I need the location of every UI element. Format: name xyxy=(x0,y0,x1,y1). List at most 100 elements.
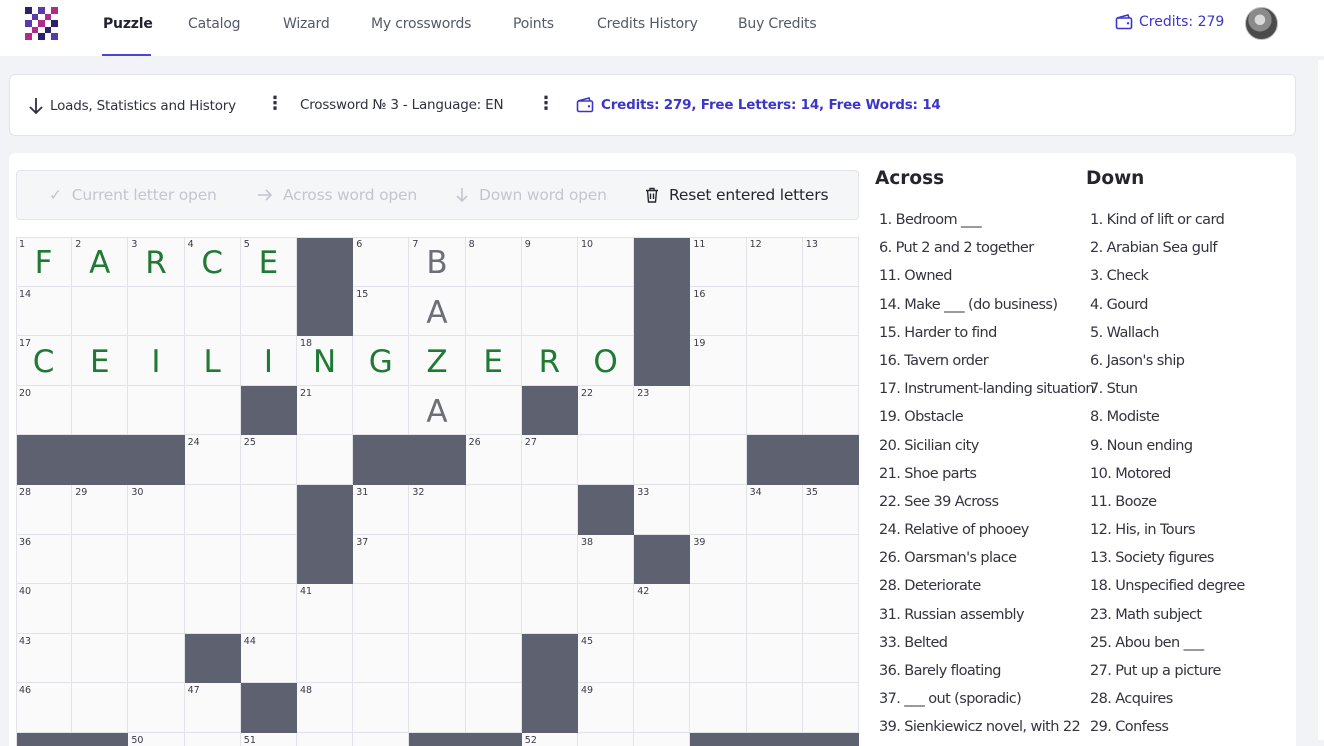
across-clue[interactable]: 22. See 39 Across xyxy=(879,494,1094,522)
grid-cell[interactable] xyxy=(72,385,129,436)
across-word-open-button[interactable]: Across word open xyxy=(257,186,417,204)
grid-cell[interactable] xyxy=(746,534,803,585)
grid-cell[interactable] xyxy=(184,733,241,746)
grid-cell[interactable]: 28 xyxy=(16,485,73,535)
grid-cell[interactable]: 38 xyxy=(578,534,635,585)
grid-cell[interactable] xyxy=(297,435,354,485)
grid-cell[interactable]: 44 xyxy=(240,633,297,684)
across-clue[interactable]: 1. Bedroom ___ xyxy=(879,212,1094,240)
grid-cell[interactable]: 40 xyxy=(16,584,73,634)
grid-cell[interactable] xyxy=(184,534,241,585)
nav-points[interactable]: Points xyxy=(513,16,554,32)
grid-cell[interactable] xyxy=(72,633,129,684)
down-clue[interactable]: 5. Wallach xyxy=(1090,325,1245,353)
grid-cell[interactable] xyxy=(128,385,185,436)
across-clue[interactable]: 20. Sicilian city xyxy=(879,438,1094,466)
grid-cell[interactable]: 18 N xyxy=(297,336,354,386)
grid-cell[interactable] xyxy=(465,286,522,337)
grid-cell[interactable]: 43 xyxy=(16,633,73,684)
grid-cell[interactable] xyxy=(746,633,803,684)
grid-cell[interactable]: 17 C xyxy=(16,336,73,386)
grid-cell[interactable] xyxy=(634,733,691,746)
grid-cell[interactable] xyxy=(634,683,691,733)
grid-cell[interactable]: 9 xyxy=(521,237,578,287)
grid-cell[interactable] xyxy=(521,534,578,585)
logo-icon[interactable] xyxy=(25,7,58,40)
across-clue[interactable]: 26. Oarsman's place xyxy=(879,550,1094,578)
grid-cell[interactable] xyxy=(465,534,522,585)
down-clue[interactable]: 7. Stun xyxy=(1090,381,1245,409)
grid-cell[interactable]: 11 xyxy=(690,237,747,287)
kebab-icon[interactable]: ⋮ xyxy=(537,95,555,115)
grid-cell[interactable] xyxy=(690,385,747,436)
grid-cell[interactable]: 30 xyxy=(128,485,185,535)
grid-cell[interactable] xyxy=(746,336,803,386)
grid-cell[interactable] xyxy=(297,733,354,746)
grid-cell[interactable] xyxy=(578,733,635,746)
grid-cell[interactable] xyxy=(353,683,410,733)
grid-cell[interactable]: 45 xyxy=(578,633,635,684)
grid-cell[interactable] xyxy=(184,385,241,436)
across-clue[interactable]: 24. Relative of phooey xyxy=(879,522,1094,550)
grid-cell[interactable]: A xyxy=(409,385,466,436)
grid-cell[interactable]: 24 xyxy=(184,435,241,485)
nav-buy-credits[interactable]: Buy Credits xyxy=(738,16,817,32)
grid-cell[interactable] xyxy=(746,584,803,634)
grid-cell[interactable]: 19 xyxy=(690,336,747,386)
grid-cell[interactable] xyxy=(802,286,859,337)
grid-cell[interactable]: 14 xyxy=(16,286,73,337)
down-clue[interactable]: 28. Acquires xyxy=(1090,691,1245,719)
grid-cell[interactable]: 13 xyxy=(802,237,859,287)
grid-cell[interactable] xyxy=(690,485,747,535)
reset-letters-button[interactable]: Reset entered letters xyxy=(645,186,829,204)
grid-cell[interactable]: 20 xyxy=(16,385,73,436)
across-clue[interactable]: 6. Put 2 and 2 together xyxy=(879,240,1094,268)
grid-cell[interactable]: 52 xyxy=(521,733,578,746)
grid-cell[interactable] xyxy=(690,435,747,485)
grid-cell[interactable] xyxy=(128,286,185,337)
grid-cell[interactable]: I xyxy=(128,336,185,386)
grid-cell[interactable] xyxy=(802,385,859,436)
grid-cell[interactable]: 33 xyxy=(634,485,691,535)
grid-cell[interactable] xyxy=(802,683,859,733)
nav-puzzle[interactable]: Puzzle xyxy=(103,16,153,32)
grid-cell[interactable] xyxy=(802,584,859,634)
grid-cell[interactable]: E xyxy=(465,336,522,386)
grid-cell[interactable] xyxy=(353,584,410,634)
grid-cell[interactable]: 10 xyxy=(578,237,635,287)
grid-cell[interactable] xyxy=(240,534,297,585)
nav-my-crosswords[interactable]: My crosswords xyxy=(371,16,471,32)
across-clue[interactable]: 14. Make ___ (do business) xyxy=(879,297,1094,325)
nav-credits-history[interactable]: Credits History xyxy=(597,16,698,32)
down-clue[interactable]: 6. Jason's ship xyxy=(1090,353,1245,381)
across-clue[interactable]: 33. Belted xyxy=(879,635,1094,663)
grid-cell[interactable] xyxy=(746,286,803,337)
across-clue[interactable]: 31. Russian assembly xyxy=(879,607,1094,635)
grid-cell[interactable] xyxy=(465,584,522,634)
grid-cell[interactable] xyxy=(634,633,691,684)
down-clue[interactable]: 9. Noun ending xyxy=(1090,438,1245,466)
grid-cell[interactable] xyxy=(240,485,297,535)
grid-cell[interactable] xyxy=(128,534,185,585)
down-clue[interactable]: 1. Kind of lift or card xyxy=(1090,212,1245,240)
grid-cell[interactable] xyxy=(409,584,466,634)
grid-cell[interactable]: 50 xyxy=(128,733,185,746)
grid-cell[interactable]: 36 xyxy=(16,534,73,585)
grid-cell[interactable] xyxy=(578,584,635,634)
grid-cell[interactable]: 29 xyxy=(72,485,129,535)
across-clue[interactable]: 11. Owned xyxy=(879,268,1094,296)
down-clue[interactable]: 29. Confess xyxy=(1090,719,1245,746)
grid-cell[interactable]: 27 xyxy=(521,435,578,485)
grid-cell[interactable] xyxy=(521,584,578,634)
grid-cell[interactable]: 46 xyxy=(16,683,73,733)
across-clue[interactable]: 15. Harder to find xyxy=(879,325,1094,353)
grid-cell[interactable] xyxy=(465,683,522,733)
grid-cell[interactable]: 51 xyxy=(240,733,297,746)
grid-cell[interactable] xyxy=(184,584,241,634)
grid-cell[interactable] xyxy=(297,633,354,684)
loads-statistics-history-toggle[interactable]: Loads, Statistics and History xyxy=(28,97,236,115)
grid-cell[interactable] xyxy=(690,584,747,634)
grid-cell[interactable]: 12 xyxy=(746,237,803,287)
grid-cell[interactable] xyxy=(353,385,410,436)
across-clue[interactable]: 17. Instrument-landing situation xyxy=(879,381,1095,409)
